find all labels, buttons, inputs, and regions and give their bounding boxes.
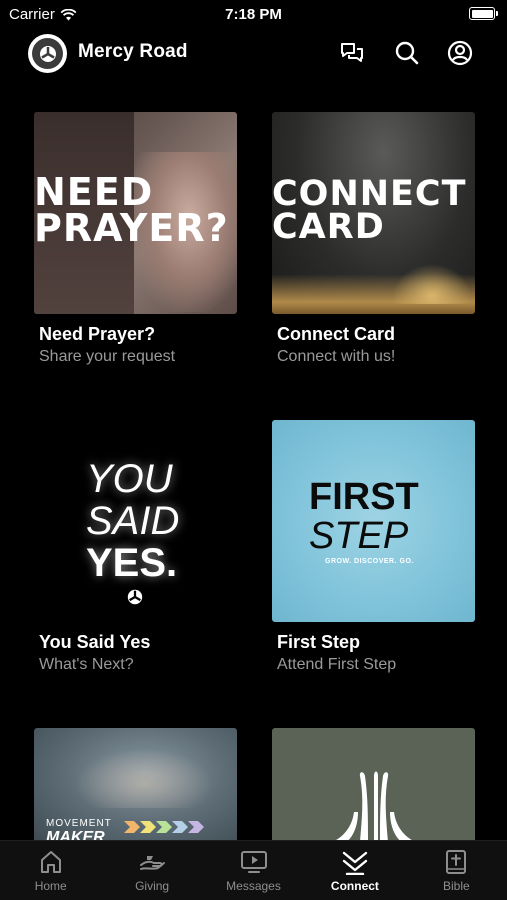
bible-icon: [446, 850, 467, 874]
tree-logo-icon: [332, 771, 416, 842]
tab-label: Bible: [442, 879, 470, 893]
card-title: You Said Yes: [39, 632, 151, 652]
card-subtitle: Attend First Step: [277, 656, 397, 673]
card-subtitle: Connect with us!: [277, 348, 396, 365]
movement-maker-art-text: MOVEMENT MAKER: [46, 818, 112, 842]
app-title: Mercy Road: [78, 41, 188, 62]
tab-giving[interactable]: Giving: [101, 841, 202, 900]
card-title: First Step: [277, 632, 361, 652]
connect-card-art-text: CONNECT CARD: [272, 174, 467, 248]
tab-bible[interactable]: Bible: [406, 841, 507, 900]
tab-connect[interactable]: Connect: [304, 841, 405, 900]
chat-icon[interactable]: [337, 38, 367, 68]
search-icon[interactable]: [392, 38, 422, 68]
tab-bar: Home Giving Messages Connect Bible: [0, 840, 507, 900]
home-icon: [40, 851, 61, 873]
messages-icon: [240, 851, 267, 873]
movement-maker-image: MOVEMENT MAKER: [34, 728, 237, 842]
card-connect-card[interactable]: CONNECT CARD Connect Card Connect with u…: [272, 112, 475, 365]
church-logo[interactable]: [28, 34, 67, 73]
chevrons-decoration: [124, 821, 204, 833]
card-subtitle: What's Next?: [39, 656, 134, 673]
card-movement-maker[interactable]: MOVEMENT MAKER: [34, 728, 237, 842]
tab-messages[interactable]: Messages: [203, 841, 304, 900]
you-said-yes-image: YOU SAID YES.: [34, 420, 237, 622]
church-logo-image: [272, 728, 475, 842]
tab-label: Messages: [226, 879, 281, 893]
battery-icon: [469, 7, 498, 20]
connect-icon: [342, 851, 368, 875]
card-church-logo[interactable]: [272, 728, 475, 842]
connect-card-image: CONNECT CARD: [272, 112, 475, 314]
need-prayer-image: NEED PRAYER?: [34, 112, 237, 314]
clock: 7:18 PM: [225, 6, 282, 23]
card-first-step[interactable]: FIRST STEP GROW. DISCOVER. GO. First Ste…: [272, 420, 475, 673]
card-subtitle: Share your request: [39, 348, 176, 365]
logo-mark-icon: [127, 589, 143, 605]
tab-label: Home: [34, 879, 67, 893]
card-title: Connect Card: [277, 324, 396, 344]
first-step-image: FIRST STEP GROW. DISCOVER. GO.: [272, 420, 475, 622]
you-said-yes-art-text: YOU SAID YES.: [86, 457, 180, 585]
need-prayer-art-text: NEED PRAYER?: [34, 170, 229, 251]
tab-label: Connect: [330, 879, 379, 893]
card-you-said-yes[interactable]: YOU SAID YES. You Said Yes What's Next?: [34, 420, 237, 673]
card-title: Need Prayer?: [39, 324, 156, 344]
status-bar: Carrier 7:18 PM: [0, 0, 507, 28]
giving-icon: [140, 856, 166, 870]
tab-label: Giving: [135, 879, 170, 893]
first-step-art-text: FIRST STEP GROW. DISCOVER. GO.: [309, 476, 419, 565]
tab-home[interactable]: Home: [0, 841, 101, 900]
logo-mark-icon: [39, 45, 56, 62]
card-need-prayer[interactable]: NEED PRAYER? Need Prayer? Share your req…: [34, 112, 237, 365]
profile-icon[interactable]: [445, 38, 475, 68]
app-header: Mercy Road: [0, 32, 507, 74]
